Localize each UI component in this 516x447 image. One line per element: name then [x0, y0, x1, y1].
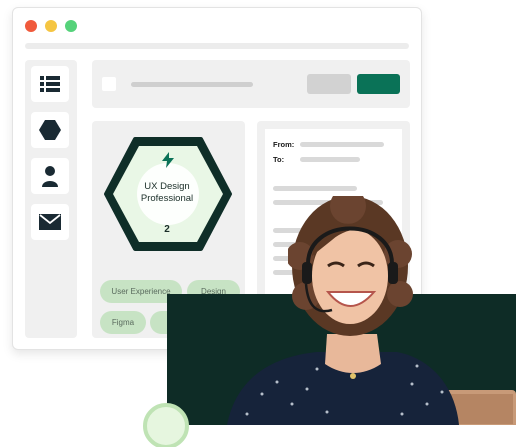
from-label: From: — [273, 140, 295, 149]
to-label: To: — [273, 155, 285, 164]
lightning-icon — [162, 152, 174, 168]
list-icon — [40, 76, 60, 92]
toolbar — [92, 60, 410, 108]
sidebar-item-profile[interactable] — [31, 158, 69, 194]
to-value-placeholder — [300, 157, 360, 162]
secondary-button[interactable] — [307, 74, 351, 94]
skill-tag-figma[interactable]: Figma — [100, 311, 146, 334]
toolbar-text-placeholder — [131, 82, 253, 87]
badge-level: 2 — [164, 224, 170, 235]
primary-button[interactable] — [357, 74, 400, 94]
close-window-button[interactable] — [25, 20, 37, 32]
mail-icon — [39, 214, 61, 230]
hexagon-icon — [39, 120, 61, 140]
address-bar[interactable] — [25, 43, 409, 49]
agent-portrait-head — [288, 196, 413, 336]
from-value-placeholder — [300, 142, 384, 147]
badge-title: UX Design Professional — [140, 181, 194, 204]
sidebar-item-badges[interactable] — [31, 112, 69, 148]
body-line — [273, 186, 357, 191]
sidebar — [25, 60, 77, 338]
minimize-window-button[interactable] — [45, 20, 57, 32]
decorative-circle — [143, 403, 189, 447]
sidebar-item-messages[interactable] — [31, 204, 69, 240]
maximize-window-button[interactable] — [65, 20, 77, 32]
person-icon — [42, 166, 58, 187]
select-all-checkbox[interactable] — [102, 77, 116, 91]
sidebar-item-list[interactable] — [31, 66, 69, 102]
